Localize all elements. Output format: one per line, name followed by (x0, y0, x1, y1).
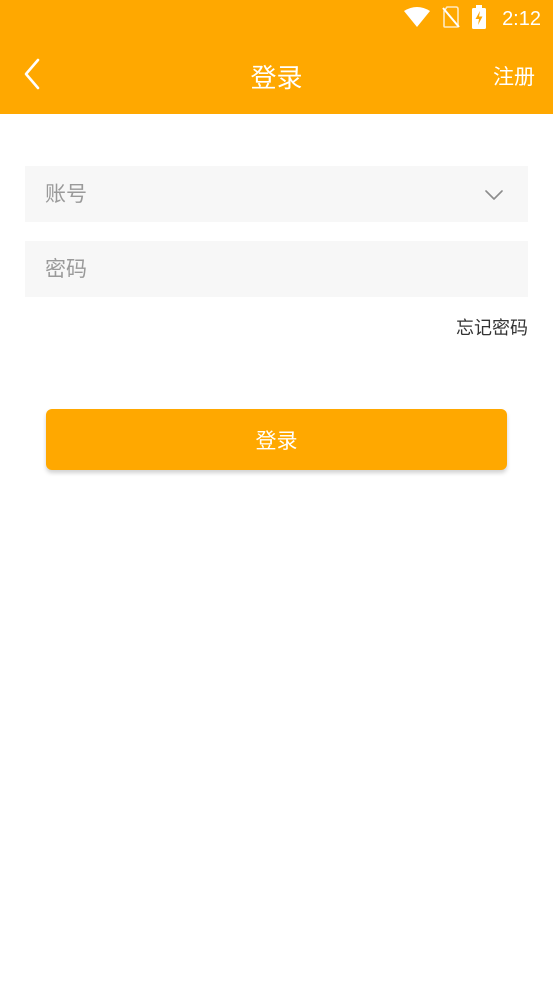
account-dropdown-button[interactable] (480, 180, 508, 208)
account-field (25, 166, 528, 222)
status-time: 2:12 (502, 7, 541, 30)
chevron-left-icon (23, 58, 41, 94)
forgot-password-link[interactable]: 忘记密码 (456, 314, 528, 340)
register-link[interactable]: 注册 (493, 38, 535, 114)
password-input[interactable] (45, 257, 508, 281)
battery-charging-icon (472, 5, 487, 33)
chevron-down-icon (485, 185, 503, 204)
password-field (25, 241, 528, 297)
status-bar: 2:12 (0, 0, 553, 38)
app-header: 2:12 登录 注册 (0, 0, 553, 114)
login-button[interactable]: 登录 (46, 409, 507, 470)
back-button[interactable] (14, 54, 50, 98)
account-input[interactable] (45, 182, 480, 206)
navbar: 登录 注册 (0, 38, 553, 114)
page-title: 登录 (250, 63, 303, 94)
no-sim-icon (442, 6, 460, 32)
wifi-icon (404, 7, 431, 31)
status-icons: 2:12 (404, 5, 541, 33)
